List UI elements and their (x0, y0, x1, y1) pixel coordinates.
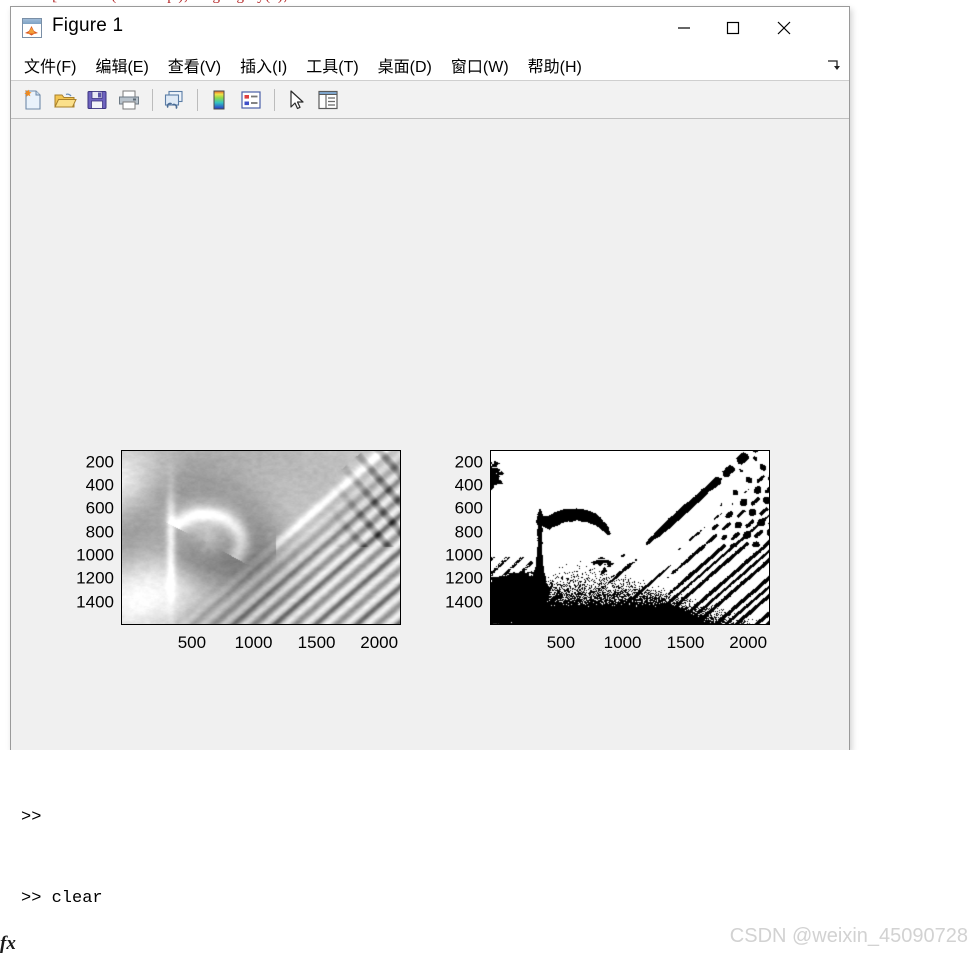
subplot-1-ytick-600: 600 (85, 498, 114, 518)
colorbar-icon (213, 90, 225, 109)
subplot-2-image-area[interactable] (490, 450, 770, 625)
insert-legend-button[interactable] (237, 86, 265, 114)
figure-canvas: 200 400 600 800 1000 1200 1400 500 1000 … (11, 119, 849, 750)
subplot-2-xtick-500: 500 (546, 633, 576, 652)
save-icon (87, 90, 107, 109)
subplot-1-ytick-200: 200 (85, 452, 114, 472)
close-icon (777, 21, 791, 35)
menu-item-tools[interactable]: 工具(T) (306, 53, 358, 77)
toolbar-separator-1 (152, 88, 153, 111)
link-plot-icon (164, 90, 183, 109)
subplot-1-ytick-1400: 1400 (76, 592, 114, 612)
print-figure-button[interactable] (115, 86, 143, 114)
menu-item-window[interactable]: 窗口(W) (451, 53, 509, 77)
subplot-1-ytick-800: 800 (85, 522, 114, 542)
save-figure-button[interactable] (83, 86, 111, 114)
subplot-2-ytick-800: 800 (454, 522, 483, 542)
menu-item-insert[interactable]: 插入(I) (240, 53, 287, 77)
subplot-2-xtick-1000: 1000 (603, 633, 642, 652)
title-bar: Figure 1 (11, 7, 849, 49)
command-line-0: >> (21, 804, 307, 831)
subplot-1-ytick-1200: 1200 (76, 568, 114, 588)
property-inspector-button[interactable] (314, 86, 342, 114)
subplot-2-ytick-1200: 1200 (445, 568, 483, 588)
subplot-2-ytick-1000: 1000 (445, 545, 483, 565)
minimize-icon (678, 27, 690, 29)
subplot-2-ytick-200: 200 (454, 452, 483, 472)
menu-item-view[interactable]: 查看(V) (168, 53, 221, 77)
window-title: Figure 1 (52, 15, 124, 36)
fx-function-browser-icon[interactable]: fx (0, 933, 22, 955)
subplot-2-ytick-400: 400 (454, 475, 483, 495)
open-file-button[interactable] (51, 86, 79, 114)
new-figure-button[interactable] (19, 86, 47, 114)
toolbar-separator-3 (274, 88, 275, 111)
maximize-icon (726, 21, 740, 35)
close-button[interactable] (761, 7, 807, 49)
insert-colorbar-button[interactable] (205, 86, 233, 114)
figure-window: Figure 1 文件(F) 编辑(E) 查看(V) 插入(I) 工具(T) 桌… (10, 6, 850, 750)
print-icon (119, 90, 139, 109)
menu-item-desktop[interactable]: 桌面(D) (378, 53, 432, 77)
maximize-button[interactable] (710, 7, 756, 49)
menu-item-edit[interactable]: 编辑(E) (95, 53, 148, 77)
subplot-1-xtick-2000: 2000 (360, 633, 399, 652)
toolbar (11, 81, 849, 119)
clipped-red-text: >> [=imread('test.bmp'); I=rgb2gray(a); (30, 0, 288, 5)
pointer-arrow-icon (290, 89, 304, 109)
matlab-wave-glyph (25, 26, 38, 36)
menu-bar: 文件(F) 编辑(E) 查看(V) 插入(I) 工具(T) 桌面(D) 窗口(W… (11, 49, 849, 81)
cmd-1-prompt: >> (21, 889, 42, 908)
minimize-button[interactable] (661, 7, 707, 49)
menu-item-help[interactable]: 帮助(H) (528, 53, 582, 77)
undock-arrow-icon[interactable] (825, 57, 841, 73)
subplot-1-ytick-1000: 1000 (76, 545, 114, 565)
subplot-2-ytick-1400: 1400 (445, 592, 483, 612)
subplot-1-ytick-400: 400 (85, 475, 114, 495)
screenshot-root: >> [=imread('test.bmp'); I=rgb2gray(a); … (0, 0, 978, 957)
subplot-1-image-area[interactable] (121, 450, 401, 625)
command-line-1: >> clear (21, 885, 307, 912)
property-inspector-icon (318, 90, 338, 109)
command-history: >> >> clear >> a=imread('test.bmp'); I=r… (21, 750, 307, 957)
csdn-watermark: CSDN @weixin_45090728 (729, 925, 968, 947)
subplot-2-axes[interactable]: 200 400 600 800 1000 1200 1400 500 1000 … (445, 450, 770, 651)
subplot-1-xtick-1500: 1500 (297, 633, 336, 652)
subplot-1-xtick-1000: 1000 (234, 633, 273, 652)
toolbar-separator-2 (197, 88, 198, 111)
subplot-1-axes[interactable]: 200 400 600 800 1000 1200 1400 500 1000 … (76, 450, 401, 651)
menu-item-file[interactable]: 文件(F) (24, 53, 76, 77)
subplot-2-xtick-1500: 1500 (666, 633, 705, 652)
subplot-2-xtick-2000: 2000 (729, 633, 768, 652)
edit-plot-button[interactable] (282, 86, 310, 114)
matlab-logo-icon (22, 18, 42, 38)
subplot-1-xtick-500: 500 (177, 633, 207, 652)
open-folder-icon (54, 93, 77, 107)
subplot-2-ytick-600: 600 (454, 498, 483, 518)
grayscale-image-canvas (122, 451, 400, 624)
cmd-1-code: clear (41, 889, 103, 908)
new-figure-icon (24, 89, 41, 110)
cmd-0-prompt: >> (21, 808, 42, 827)
legend-icon (241, 90, 261, 109)
binary-mask-canvas (491, 451, 769, 624)
link-plot-button[interactable] (160, 86, 188, 114)
